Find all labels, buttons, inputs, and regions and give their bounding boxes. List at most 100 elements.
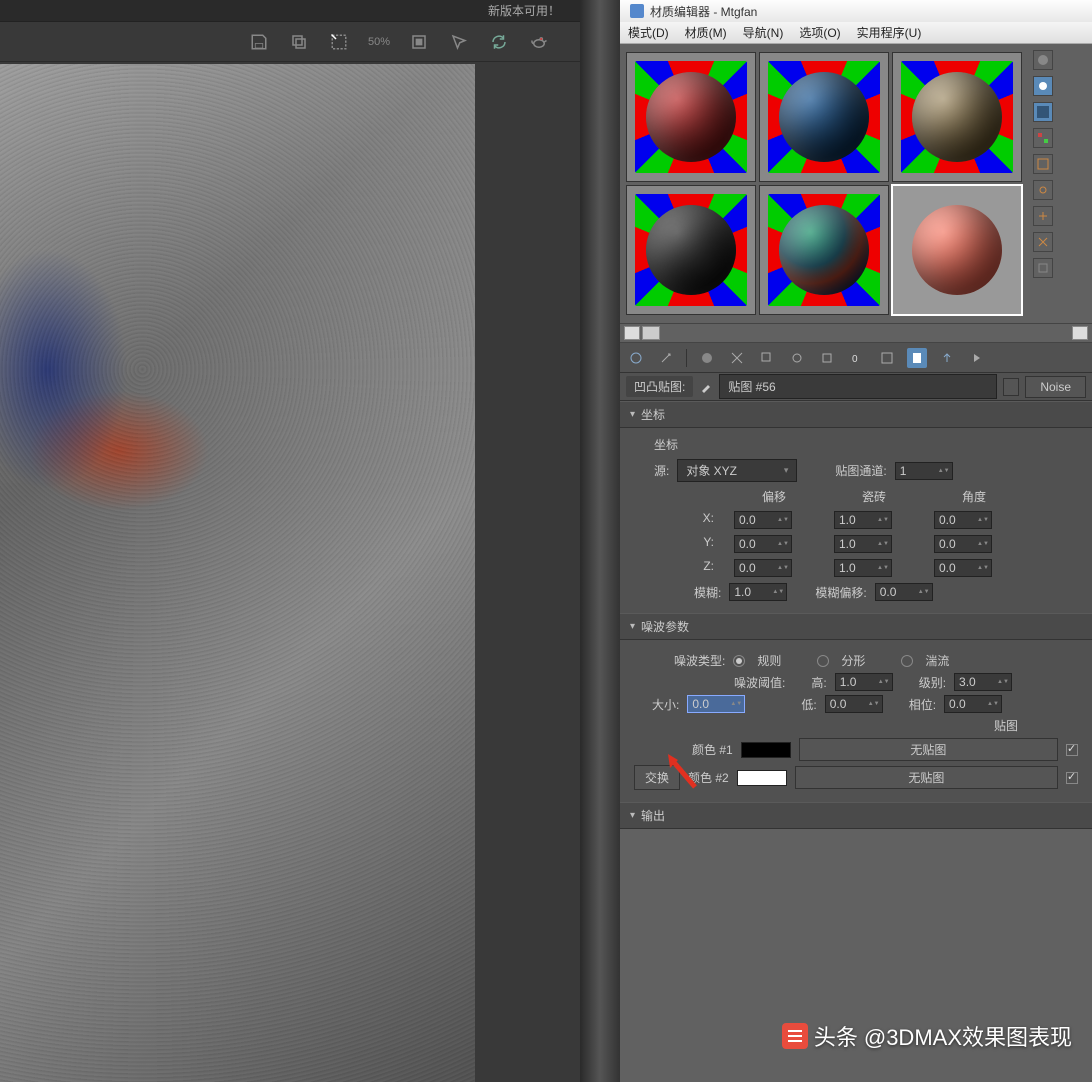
menu-mode[interactable]: 模式(D) xyxy=(628,24,669,41)
get-material-icon[interactable] xyxy=(626,348,646,368)
material-slot-5[interactable] xyxy=(759,185,889,315)
preview-icon[interactable] xyxy=(1033,180,1053,200)
y-label: Y: xyxy=(674,535,714,553)
viewport-toolbar: 50% xyxy=(0,22,580,62)
save-icon[interactable] xyxy=(248,31,270,53)
show-in-vp-icon[interactable] xyxy=(877,348,897,368)
z-tiling-spinner[interactable]: 1.0▲▼ xyxy=(834,559,892,577)
go-parent-icon[interactable] xyxy=(937,348,957,368)
background-icon[interactable] xyxy=(1033,102,1053,122)
watermark-icon xyxy=(782,1023,808,1049)
copy-icon[interactable] xyxy=(288,31,310,53)
scroll-thumb[interactable] xyxy=(642,326,660,340)
x-tiling-spinner[interactable]: 1.0▲▼ xyxy=(834,511,892,529)
mapchannel-spinner[interactable]: 1▲▼ xyxy=(895,462,953,480)
sample-type-icon[interactable] xyxy=(1033,50,1053,70)
select-icon[interactable] xyxy=(448,31,470,53)
color1-map-checkbox[interactable] xyxy=(1066,744,1078,756)
map-type-button[interactable]: Noise xyxy=(1025,376,1086,398)
z-angle-spinner[interactable]: 0.0▲▼ xyxy=(934,559,992,577)
backlight-icon[interactable] xyxy=(1033,76,1053,96)
color1-swatch[interactable] xyxy=(741,742,791,758)
map-name-input[interactable]: 贴图 #56 xyxy=(719,374,997,399)
zoom-percent[interactable]: 50% xyxy=(368,36,390,48)
color2-swatch[interactable] xyxy=(737,770,787,786)
update-notification[interactable]: 新版本可用！ xyxy=(0,0,580,22)
uv-tiling-icon[interactable] xyxy=(1033,128,1053,148)
material-slot-6[interactable] xyxy=(892,185,1022,315)
x-label: X: xyxy=(674,511,714,529)
sample-side-toolbar xyxy=(1028,44,1058,323)
x-angle-spinner[interactable]: 0.0▲▼ xyxy=(934,511,992,529)
output-rollout-header[interactable]: 输出 xyxy=(620,802,1092,829)
render-viewport[interactable] xyxy=(0,64,475,1082)
maps-header: 贴图 xyxy=(994,717,1018,734)
fractal-label: 分形 xyxy=(841,652,865,669)
coordinates-rollout-header[interactable]: 坐标 xyxy=(620,401,1092,428)
panel-divider[interactable] xyxy=(580,0,620,1082)
menu-navigate[interactable]: 导航(N) xyxy=(743,24,784,41)
material-slot-2[interactable] xyxy=(759,52,889,182)
levels-label: 级别: xyxy=(919,674,946,691)
window-title-text: 材质编辑器 - Mtgfan xyxy=(650,3,757,20)
mat-id-icon[interactable]: 0 xyxy=(847,348,867,368)
regular-radio[interactable] xyxy=(733,655,745,667)
levels-spinner[interactable]: 3.0▲▼ xyxy=(954,673,1012,691)
menu-material[interactable]: 材质(M) xyxy=(685,24,727,41)
menu-utilities[interactable]: 实用程序(U) xyxy=(857,24,922,41)
show-end-result-icon[interactable] xyxy=(907,348,927,368)
picker-icon[interactable] xyxy=(699,380,713,394)
size-spinner[interactable]: 0.0▲▼ xyxy=(687,695,745,713)
region-icon[interactable] xyxy=(328,31,350,53)
go-forward-icon[interactable] xyxy=(967,348,987,368)
phase-label: 相位: xyxy=(909,696,936,713)
assign-icon[interactable] xyxy=(697,348,717,368)
material-slot-1[interactable] xyxy=(626,52,756,182)
teapot-icon[interactable] xyxy=(528,31,550,53)
offset-header: 偏移 xyxy=(734,488,814,505)
y-offset-spinner[interactable]: 0.0▲▼ xyxy=(734,535,792,553)
threshold-label: 噪波阈值: xyxy=(734,674,785,691)
high-label: 高: xyxy=(811,674,826,691)
y-angle-spinner[interactable]: 0.0▲▼ xyxy=(934,535,992,553)
phase-spinner[interactable]: 0.0▲▼ xyxy=(944,695,1002,713)
low-spinner[interactable]: 0.0▲▼ xyxy=(825,695,883,713)
x-offset-spinner[interactable]: 0.0▲▼ xyxy=(734,511,792,529)
channel-icon[interactable] xyxy=(408,31,430,53)
source-dropdown[interactable]: 对象 XYZ xyxy=(677,459,797,482)
watermark-text: @3DMAX效果图表现 xyxy=(864,1020,1072,1052)
color2-map-button[interactable]: 无贴图 xyxy=(795,766,1058,789)
watermark-prefix: 头条 xyxy=(814,1020,858,1052)
put-to-lib-icon[interactable] xyxy=(817,348,837,368)
blur-spinner[interactable]: 1.0▲▼ xyxy=(729,583,787,601)
bluroffset-spinner[interactable]: 0.0▲▼ xyxy=(875,583,933,601)
swap-button[interactable]: 交换 xyxy=(634,765,680,790)
z-offset-spinner[interactable]: 0.0▲▼ xyxy=(734,559,792,577)
select-by-mat-icon[interactable] xyxy=(1033,232,1053,252)
map-name-dropdown[interactable] xyxy=(1003,378,1019,396)
sample-scrollbar[interactable] xyxy=(620,323,1092,343)
y-tiling-spinner[interactable]: 1.0▲▼ xyxy=(834,535,892,553)
make-unique-icon[interactable] xyxy=(787,348,807,368)
menu-options[interactable]: 选项(O) xyxy=(799,24,840,41)
high-spinner[interactable]: 1.0▲▼ xyxy=(835,673,893,691)
noise-rollout-header[interactable]: 噪波参数 xyxy=(620,613,1092,640)
turbulence-radio[interactable] xyxy=(901,655,913,667)
reset-icon[interactable] xyxy=(727,348,747,368)
make-copy-icon[interactable] xyxy=(757,348,777,368)
material-map-nav-icon[interactable] xyxy=(1033,258,1053,278)
scroll-right-icon[interactable] xyxy=(1072,326,1088,340)
options-icon[interactable] xyxy=(1033,206,1053,226)
coords-sublabel: 坐标 xyxy=(654,436,1078,453)
put-to-scene-icon[interactable] xyxy=(656,348,676,368)
color1-map-button[interactable]: 无贴图 xyxy=(799,738,1058,761)
fractal-radio[interactable] xyxy=(817,655,829,667)
color2-map-checkbox[interactable] xyxy=(1066,772,1078,784)
scroll-left-icon[interactable] xyxy=(624,326,640,340)
blur-label: 模糊: xyxy=(694,584,721,601)
video-check-icon[interactable] xyxy=(1033,154,1053,174)
refresh-icon[interactable] xyxy=(488,31,510,53)
material-slot-3[interactable] xyxy=(892,52,1022,182)
app-icon xyxy=(630,4,644,18)
material-slot-4[interactable] xyxy=(626,185,756,315)
